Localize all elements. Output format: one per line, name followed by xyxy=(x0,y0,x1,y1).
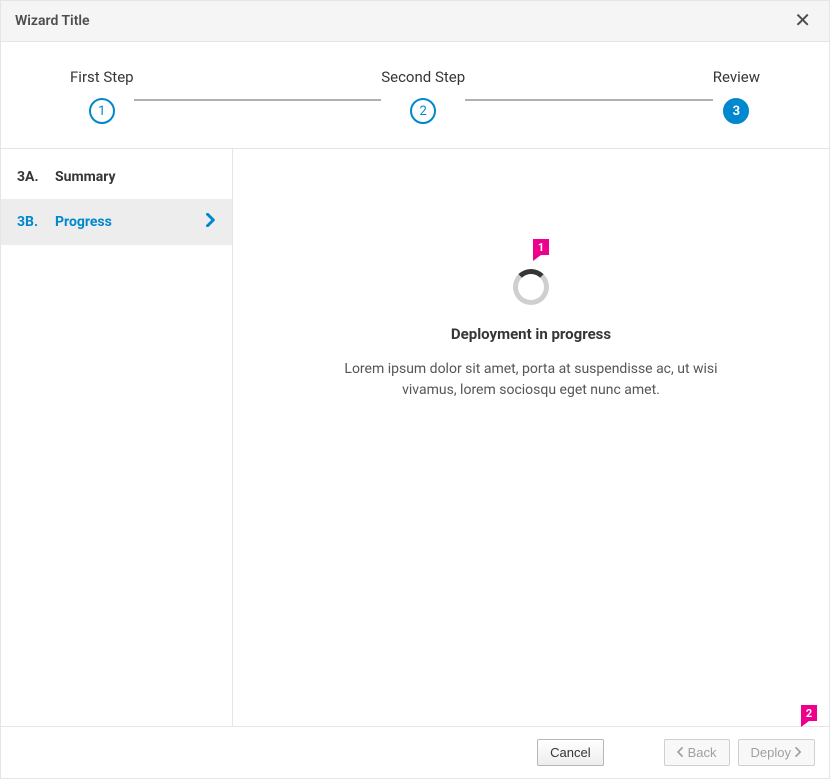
step-connector xyxy=(465,99,713,101)
wizard-body: 3A. Summary 3B. Progress 1 Deployment in… xyxy=(1,149,829,727)
deploy-button[interactable]: Deploy xyxy=(738,739,815,766)
close-icon: ✕ xyxy=(794,10,811,32)
sidebar: 3A. Summary 3B. Progress xyxy=(1,149,233,726)
step-first[interactable]: First Step 1 xyxy=(70,68,134,124)
step-second[interactable]: Second Step 2 xyxy=(381,68,465,124)
chevron-right-icon xyxy=(795,745,802,760)
status-title: Deployment in progress xyxy=(451,325,611,343)
step-label: First Step xyxy=(70,68,134,86)
wizard-header: Wizard Title ✕ xyxy=(1,1,829,42)
deploy-button-label: Deploy xyxy=(751,745,791,760)
close-button[interactable]: ✕ xyxy=(790,9,815,33)
step-circle-active: 3 xyxy=(723,98,749,124)
sidebar-item-progress[interactable]: 3B. Progress xyxy=(1,199,232,245)
status-description: Lorem ipsum dolor sit amet, porta at sus… xyxy=(321,359,741,401)
step-connector xyxy=(134,99,382,101)
steps-bar: First Step 1 Second Step 2 Review 3 xyxy=(1,42,829,149)
chevron-left-icon xyxy=(677,745,684,760)
sidebar-item-summary[interactable]: 3A. Summary xyxy=(1,155,232,199)
wizard-title: Wizard Title xyxy=(15,13,90,29)
step-circle: 2 xyxy=(410,98,436,124)
chevron-right-icon xyxy=(206,213,216,231)
wizard-footer: 2 Cancel Back Deploy xyxy=(1,727,829,778)
back-button-label: Back xyxy=(688,745,717,760)
cancel-button[interactable]: Cancel xyxy=(537,739,603,766)
step-label: Review xyxy=(713,68,760,86)
sidebar-item-prefix: 3B. xyxy=(17,214,43,230)
step-label: Second Step xyxy=(381,68,465,86)
annotation-callout: 1 xyxy=(533,239,549,255)
back-button[interactable]: Back xyxy=(664,739,730,766)
spinner-icon xyxy=(513,269,549,305)
sidebar-item-label: Summary xyxy=(55,169,216,185)
sidebar-item-prefix: 3A. xyxy=(17,169,43,185)
step-review[interactable]: Review 3 xyxy=(713,68,760,124)
annotation-callout: 2 xyxy=(801,705,817,721)
step-circle: 1 xyxy=(89,98,115,124)
main-panel: 1 Deployment in progress Lorem ipsum dol… xyxy=(233,149,829,726)
sidebar-item-label: Progress xyxy=(55,214,206,230)
